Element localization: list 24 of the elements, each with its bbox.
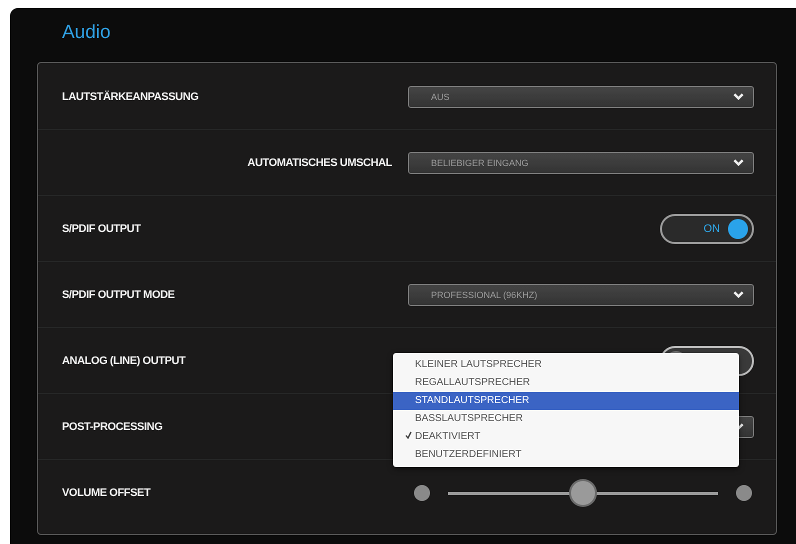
menu-item[interactable]: BENUTZERDEFINIERT (393, 446, 739, 464)
setting-label: S/PDIF OUTPUT MODE (62, 288, 176, 300)
toggle-switch[interactable]: ON (660, 214, 754, 244)
setting-label: POST-PROCESSING (62, 420, 164, 432)
setting-label: LAUTSTÄRKEANPASSUNG (62, 90, 200, 102)
menu-item[interactable]: BASSLAUTSPRECHER (393, 410, 739, 428)
plus-button[interactable] (736, 485, 752, 501)
section-title: Audio (62, 22, 111, 45)
chevron-down-icon (733, 159, 744, 166)
setting-label: AUTOMATISCHES UMSCHAL (247, 156, 392, 168)
dropdown[interactable]: PROFESSIONAL (96KHZ) (408, 284, 754, 306)
dropdown[interactable]: BELIEBIGER EINGANG (408, 152, 754, 174)
setting-label: ANALOG (LINE) OUTPUT (62, 354, 187, 366)
chevron-down-icon (733, 291, 744, 298)
chevron-down-icon (733, 93, 744, 100)
menu-item[interactable]: DEAKTIVIERT (393, 428, 739, 446)
slider-thumb[interactable] (571, 480, 595, 504)
menu-item[interactable]: KLEINER LAUTSPRECHER (393, 356, 739, 374)
dropdown[interactable]: AUS (408, 86, 754, 108)
setting-label: S/PDIF OUTPUT (62, 222, 142, 234)
menu-item[interactable]: STANDLAUTSPRECHER (393, 392, 739, 410)
menu-item[interactable]: REGALLAUTSPRECHER (393, 374, 739, 392)
setting-label: VOLUME OFFSET (62, 487, 152, 499)
minus-button[interactable] (414, 485, 430, 501)
